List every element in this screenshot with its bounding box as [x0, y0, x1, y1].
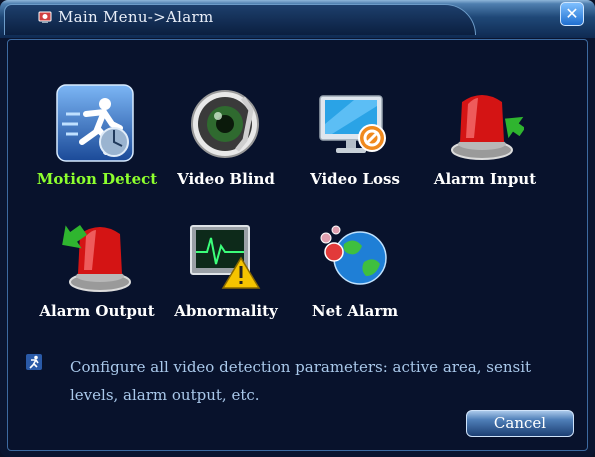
menu-label-video-blind: Video Blind [177, 170, 275, 188]
menu-label-net-alarm: Net Alarm [311, 302, 399, 320]
abnormality-icon [190, 225, 261, 289]
alarm-output-icon [62, 225, 131, 292]
menu-item-video-blind[interactable]: Video Blind [151, 84, 291, 194]
menu-label-alarm-input: Alarm Input [433, 170, 537, 188]
menu-item-alarm-input[interactable]: Alarm Input [410, 84, 550, 194]
menu-item-abnormality[interactable]: Abnormality [151, 216, 291, 326]
menu-label-alarm-output: Alarm Output [39, 302, 155, 320]
menu-label-abnormality: Abnormality [174, 302, 278, 320]
alarm-input-icon [451, 95, 524, 160]
help-text-line-2: levels, alarm output, etc. [70, 386, 260, 404]
video-loss-icon [319, 95, 386, 153]
cancel-button[interactable]: Cancel [466, 410, 574, 437]
app-icon [38, 11, 52, 23]
menu-label-motion-detect: Motion Detect [36, 170, 158, 188]
alarm-menu-window: Main Menu->Alarm ✕ Motion Detect Video B… [0, 0, 595, 457]
title-bar: Main Menu->Alarm ✕ [0, 0, 595, 38]
net-alarm-icon [320, 225, 387, 285]
window-title: Main Menu->Alarm [58, 8, 214, 26]
motion-help-icon [26, 354, 42, 370]
help-text: Configure all video detection parameters… [70, 353, 570, 409]
help-text-line-1: Configure all video detection parameters… [70, 358, 532, 376]
motion-detect-icon [56, 84, 134, 162]
video-blind-icon [191, 90, 259, 158]
menu-label-video-loss: Video Loss [310, 170, 400, 188]
menu-item-motion-detect[interactable]: Motion Detect [22, 84, 162, 194]
menu-item-net-alarm[interactable]: Net Alarm [280, 216, 420, 326]
menu-item-video-loss[interactable]: Video Loss [280, 84, 420, 194]
menu-item-alarm-output[interactable]: Alarm Output [22, 216, 162, 326]
close-button[interactable]: ✕ [560, 2, 584, 26]
